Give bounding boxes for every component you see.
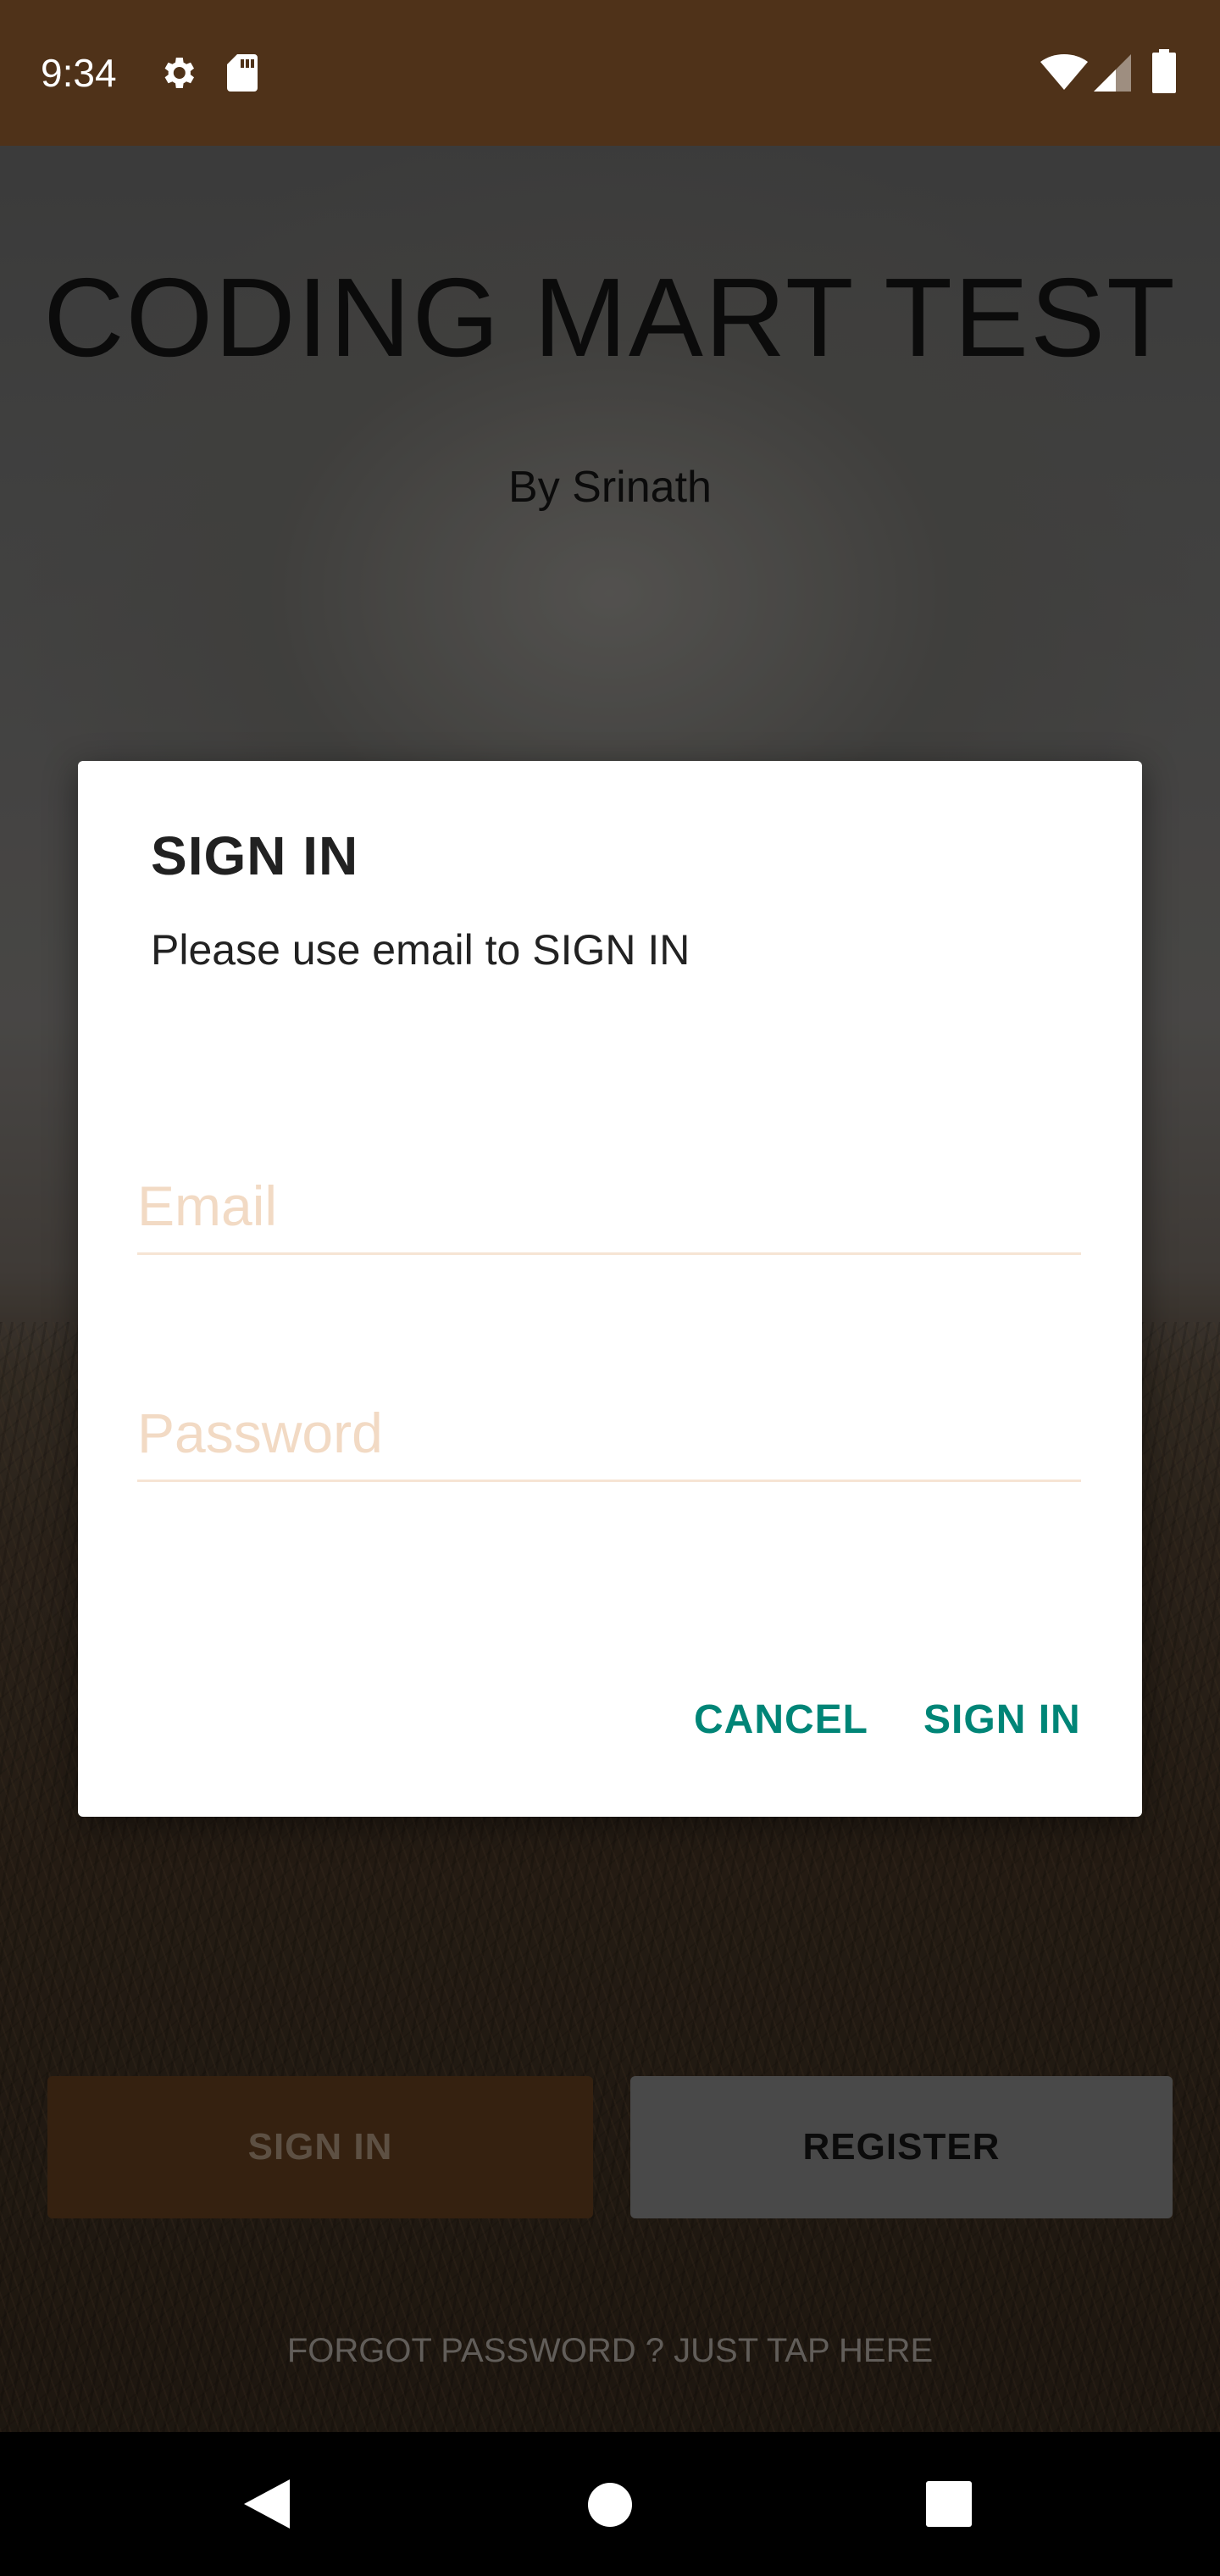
password-field[interactable] bbox=[137, 1386, 1081, 1480]
home-icon[interactable] bbox=[586, 2481, 634, 2529]
signin-button[interactable]: SIGN IN bbox=[923, 1686, 1081, 1754]
dialog-message: Please use email to SIGN IN bbox=[151, 926, 690, 974]
battery-icon bbox=[1152, 49, 1176, 93]
cancel-button[interactable]: CANCEL bbox=[694, 1686, 868, 1754]
password-field-container bbox=[137, 1386, 1081, 1482]
recents-icon[interactable] bbox=[926, 2481, 972, 2527]
sd-card-icon bbox=[227, 54, 258, 92]
email-field-container bbox=[137, 1159, 1081, 1255]
dialog-title: SIGN IN bbox=[151, 825, 359, 886]
gear-icon bbox=[164, 58, 194, 88]
navigation-bar bbox=[0, 2432, 1220, 2576]
status-bar: 9:34 bbox=[0, 0, 1220, 146]
back-icon[interactable] bbox=[242, 2478, 293, 2530]
email-field[interactable] bbox=[137, 1159, 1081, 1252]
wifi-icon bbox=[1040, 54, 1088, 90]
signal-icon bbox=[1094, 54, 1131, 92]
status-time: 9:34 bbox=[41, 51, 117, 95]
signin-dialog: SIGN IN Please use email to SIGN IN CANC… bbox=[78, 761, 1142, 1817]
screen: 9:34 CODING MART TEST By Srinath SIGN IN… bbox=[0, 0, 1220, 2576]
